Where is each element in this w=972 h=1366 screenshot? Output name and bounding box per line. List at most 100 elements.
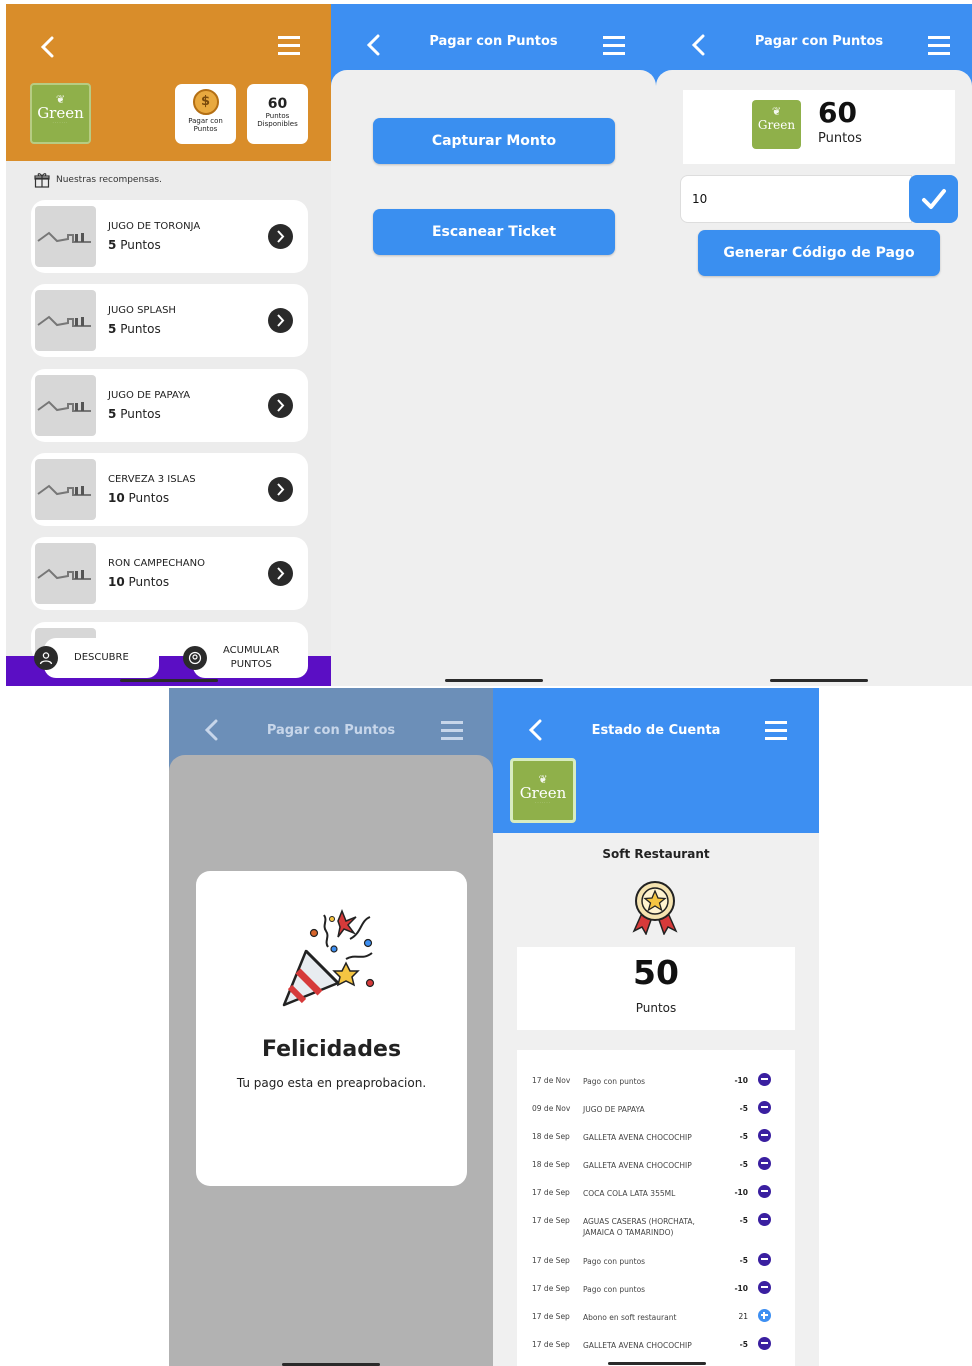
transaction-date: 17 de Sep — [532, 1216, 570, 1225]
modal-title: Felicidades — [261, 1037, 402, 1062]
plus-circle-icon — [758, 1309, 771, 1322]
reward-item[interactable]: RON CAMPECHANO 10 Puntos — [31, 537, 308, 610]
accumulate-icon — [183, 646, 207, 670]
reward-points-unit: Puntos — [128, 575, 170, 589]
hamburger-menu-icon[interactable] — [928, 34, 950, 56]
hamburger-menu-icon[interactable] — [278, 34, 300, 56]
minus-circle-icon — [758, 1157, 771, 1170]
reward-points-value: 5 — [108, 238, 117, 252]
points-label: Puntos — [635, 1001, 677, 1015]
transaction-amount: -5 — [739, 1340, 748, 1349]
tab-accumulate-label-2: PUNTOS — [230, 659, 272, 670]
confirm-button[interactable] — [909, 175, 958, 223]
reward-name: CERVEZA 3 ISLAS — [108, 474, 196, 485]
capture-amount-button[interactable]: Capturar Monto — [373, 118, 615, 164]
balance-value: 60 — [818, 96, 857, 129]
transaction-amount: -5 — [739, 1216, 748, 1225]
reward-item[interactable]: JUGO DE PAPAYA 5 Puntos — [31, 369, 308, 442]
tab-accumulate-points[interactable]: ACUMULAR PUNTOS — [183, 638, 308, 678]
pay-with-points-label: Pagar con Puntos — [188, 117, 223, 133]
chevron-right-icon[interactable] — [268, 393, 293, 418]
back-arrow-icon[interactable] — [40, 36, 56, 58]
transaction-date: 18 de Sep — [532, 1160, 570, 1169]
transaction-concept: GALLETA AVENA CHOCOCHIP — [583, 1341, 692, 1350]
reward-points-value: 10 — [108, 491, 125, 505]
leaf-icon: ❦ — [771, 105, 782, 118]
award-medal-icon — [632, 881, 678, 935]
generate-payment-code-button[interactable]: Generar Código de Pago — [698, 230, 940, 276]
transaction-amount: -10 — [734, 1076, 748, 1085]
minus-circle-icon — [758, 1281, 771, 1294]
tab-discover[interactable]: DESCUBRE — [34, 638, 159, 678]
transaction-date: 09 de Nov — [532, 1104, 571, 1113]
chevron-right-icon[interactable] — [268, 561, 293, 586]
reward-item[interactable]: JUGO SPLASH 5 Puntos — [31, 284, 308, 357]
modal-message: Tu pago esta en preaprobacion. — [236, 1076, 427, 1090]
account-statement-screen: Estado de Cuenta ❦ Green ······· Soft Re… — [493, 688, 819, 1366]
transaction-amount: -5 — [739, 1132, 748, 1141]
reward-points: 10 Puntos — [108, 575, 169, 589]
balance-label: Puntos — [818, 131, 862, 146]
transaction-concept: JUGO DE PAPAYA — [583, 1105, 645, 1114]
reward-points: 10 Puntos — [108, 491, 169, 505]
hamburger-menu-icon[interactable] — [603, 34, 625, 56]
restaurant-name: Soft Restaurant — [602, 847, 710, 861]
restaurant-logo: ❦ Green ······· — [30, 83, 91, 144]
reward-thumbnail — [35, 290, 96, 351]
transaction-amount: -10 — [734, 1188, 748, 1197]
transaction-amount: -5 — [739, 1256, 748, 1265]
reward-thumbnail — [35, 543, 96, 604]
hamburger-menu-icon[interactable] — [441, 719, 463, 741]
transaction-concept: GALLETA AVENA CHOCOCHIP — [583, 1161, 692, 1170]
reward-thumbnail — [35, 375, 96, 436]
reward-points-unit: Puntos — [120, 322, 161, 336]
transaction-date: 17 de Sep — [532, 1340, 570, 1349]
scan-ticket-button[interactable]: Escanear Ticket — [373, 209, 615, 255]
minus-circle-icon — [758, 1213, 771, 1226]
reward-points-unit: Puntos — [128, 491, 170, 505]
transaction-amount: 21 — [738, 1312, 748, 1321]
transaction-date: 17 de Sep — [532, 1312, 570, 1321]
tab-accumulate-label: ACUMULAR — [223, 645, 280, 656]
amount-input[interactable] — [680, 175, 912, 223]
transaction-date: 17 de Nov — [532, 1076, 571, 1085]
transaction-date: 17 de Sep — [532, 1256, 570, 1265]
checkmark-icon — [921, 189, 946, 209]
transaction-concept: Pago con puntos — [583, 1285, 646, 1294]
chevron-right-icon[interactable] — [268, 224, 293, 249]
chevron-right-icon[interactable] — [268, 477, 293, 502]
minus-circle-icon — [758, 1253, 771, 1266]
points-card: 50 Puntos — [517, 947, 795, 1030]
transactions-list: 17 de Nov Pago con puntos -10 09 de Nov … — [517, 1050, 795, 1366]
reward-item[interactable]: JUGO DE TORONJA 5 Puntos — [31, 200, 308, 273]
reward-thumbnail — [35, 459, 96, 520]
hamburger-menu-icon[interactable] — [765, 719, 787, 741]
reward-item[interactable]: CERVEZA 3 ISLAS 10 Puntos — [31, 453, 308, 526]
pay-amount-screen: Pagar con Puntos ❦ Green 60 Puntos Gener… — [656, 4, 972, 686]
reward-points-unit: Puntos — [120, 407, 161, 421]
reward-points-unit: Puntos — [120, 238, 161, 252]
transaction-amount: -10 — [734, 1284, 748, 1293]
reward-name: RON CAMPECHANO — [108, 558, 205, 569]
logo-tagline-mark: ······· — [52, 120, 69, 125]
restaurant-logo: ❦ Green ······· — [510, 758, 576, 823]
payment-success-screen: Pagar con Puntos Felicidades Tu pago est… — [169, 688, 493, 1366]
home-indicator — [120, 679, 218, 682]
success-modal: Felicidades Tu pago esta en preaprobacio… — [196, 871, 467, 1186]
reward-points: 5 Puntos — [108, 407, 161, 421]
party-popper-icon — [282, 908, 375, 1007]
transaction-date: 17 de Sep — [532, 1284, 570, 1293]
chevron-right-icon[interactable] — [268, 308, 293, 333]
reward-name: JUGO DE TORONJA — [108, 221, 201, 232]
logo-text: Green — [757, 118, 796, 132]
pay-with-points-button[interactable]: $ Pagar con Puntos — [175, 84, 236, 144]
pay-with-points-screen: Pagar con Puntos Capturar Monto Escanear… — [331, 4, 656, 686]
points-available-label: Puntos Disponibles — [257, 112, 298, 128]
points-available-card: 60 Puntos Disponibles — [247, 84, 308, 144]
points-value: 50 — [633, 953, 679, 992]
logo-tagline-mark: ······· — [535, 800, 551, 805]
transaction-concept: Abono en soft restaurant — [583, 1313, 677, 1322]
restaurant-logo: ❦ Green — [752, 100, 801, 149]
transaction-amount: -5 — [739, 1104, 748, 1113]
minus-circle-icon — [758, 1101, 771, 1114]
